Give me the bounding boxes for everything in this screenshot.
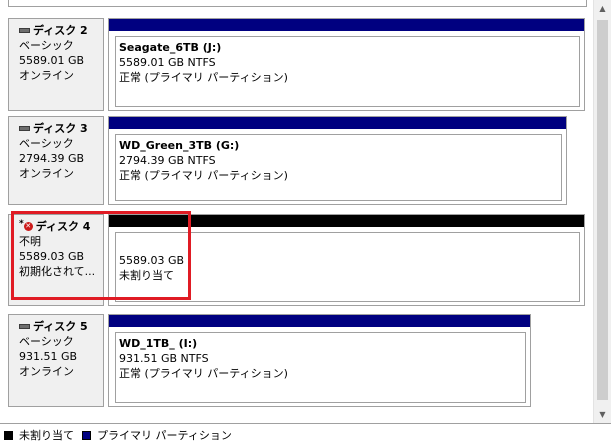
- disk-name: ディスク 3: [33, 122, 88, 135]
- legend-primary: プライマリ パーティション: [97, 429, 232, 442]
- disk-icon: [19, 126, 30, 131]
- partition-block[interactable]: WD_Green_3TB (G:) 2794.39 GB NTFS 正常 (プラ…: [108, 116, 567, 205]
- disk-type: ベーシック: [19, 39, 74, 52]
- partition-name: Seagate_6TB (J:): [119, 41, 222, 54]
- disk-name: ディスク 2: [33, 24, 88, 37]
- partition-block[interactable]: WD_1TB_ (I:) 931.51 GB NTFS 正常 (プライマリ パー…: [108, 314, 531, 407]
- scroll-up-arrow-icon[interactable]: ▲: [594, 0, 611, 17]
- primary-partition-bar: [109, 315, 530, 327]
- disk-status: オンライン: [19, 167, 74, 180]
- vertical-scrollbar[interactable]: ▲ ▼: [593, 0, 611, 423]
- partition-status: 正常 (プライマリ パーティション): [119, 71, 288, 84]
- disk-map-view: ディスク 2 ベーシック 5589.01 GB オンライン Seagate_6T…: [0, 0, 593, 423]
- disk-status: オンライン: [19, 365, 74, 378]
- legend-unallocated: 未割り当て: [19, 429, 74, 442]
- disk-type: ベーシック: [19, 335, 74, 348]
- partition-size: 2794.39 GB NTFS: [119, 154, 216, 167]
- primary-partition-bar: [109, 19, 584, 31]
- partition-info: Seagate_6TB (J:) 5589.01 GB NTFS 正常 (プライ…: [115, 36, 580, 107]
- disk-size: 931.51 GB: [19, 350, 78, 363]
- partition-status: 正常 (プライマリ パーティション): [119, 367, 288, 380]
- primary-partition-bar: [109, 117, 566, 129]
- previous-disk-row-edge: [8, 0, 587, 7]
- disk-type: ベーシック: [19, 137, 74, 150]
- highlight-box: [11, 211, 191, 300]
- disk-size: 2794.39 GB: [19, 152, 85, 165]
- disk-size: 5589.01 GB: [19, 54, 85, 67]
- primary-swatch-icon: [82, 430, 91, 440]
- scroll-down-arrow-icon[interactable]: ▼: [594, 406, 611, 423]
- partition-info: WD_Green_3TB (G:) 2794.39 GB NTFS 正常 (プラ…: [115, 134, 562, 201]
- disk-name: ディスク 5: [33, 320, 88, 333]
- partition-size: 931.51 GB NTFS: [119, 352, 209, 365]
- disk-icon: [19, 28, 30, 33]
- disk-status: オンライン: [19, 69, 74, 82]
- partition-size: 5589.01 GB NTFS: [119, 56, 216, 69]
- partition-name: WD_Green_3TB (G:): [119, 139, 240, 152]
- scrollbar-thumb[interactable]: [597, 20, 608, 400]
- disk-icon: [19, 324, 30, 329]
- partition-name: WD_1TB_ (I:): [119, 337, 198, 350]
- legend-bar: 未割り当て プライマリ パーティション: [0, 423, 611, 446]
- partition-status: 正常 (プライマリ パーティション): [119, 169, 288, 182]
- partition-info: WD_1TB_ (I:) 931.51 GB NTFS 正常 (プライマリ パー…: [115, 332, 526, 403]
- disk-label[interactable]: ディスク 2 ベーシック 5589.01 GB オンライン: [8, 18, 104, 111]
- unallocated-swatch-icon: [4, 430, 13, 440]
- partition-block[interactable]: Seagate_6TB (J:) 5589.01 GB NTFS 正常 (プライ…: [108, 18, 585, 111]
- disk-label[interactable]: ディスク 3 ベーシック 2794.39 GB オンライン: [8, 116, 104, 205]
- disk-label[interactable]: ディスク 5 ベーシック 931.51 GB オンライン: [8, 314, 104, 407]
